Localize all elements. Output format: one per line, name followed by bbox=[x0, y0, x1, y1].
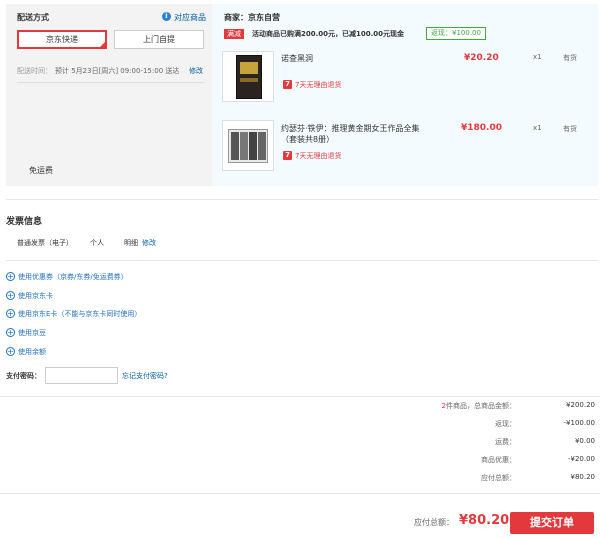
item-title[interactable]: 诺查黑洞 bbox=[281, 53, 431, 64]
delivery-time-value: 预计 5月23日[周六] 09:00-15:00 送达 bbox=[55, 67, 180, 75]
invoice-heading: 发票信息 bbox=[6, 217, 43, 227]
delivery-divider bbox=[17, 82, 205, 83]
section-divider bbox=[6, 199, 598, 200]
summary-payable-label: 应付总额： bbox=[481, 474, 516, 482]
promo-tag: 满减 bbox=[224, 29, 244, 39]
section-divider bbox=[0, 396, 600, 397]
summary-shipping-value: ¥0.00 bbox=[574, 437, 595, 445]
matching-products-link[interactable]: 对应商品 bbox=[174, 12, 206, 23]
delivery-option-jd-express[interactable]: 京东快递 bbox=[17, 30, 107, 49]
book-cover-image bbox=[236, 55, 262, 99]
delivery-heading: 配送方式 bbox=[17, 13, 49, 22]
return-policy-text: 7天无理由退货 bbox=[295, 81, 342, 89]
expand-plus-icon: + bbox=[6, 309, 15, 318]
summary-rebate-label: 返现： bbox=[495, 420, 516, 428]
return-policy-text: 7天无理由退货 bbox=[295, 152, 342, 160]
seller-label: 商家：京东自营 bbox=[224, 13, 280, 22]
section-divider bbox=[0, 493, 600, 494]
item-stock: 有货 bbox=[563, 125, 577, 133]
footer-payable-value: ¥80.20 bbox=[459, 513, 510, 528]
invoice-detail: 明细 bbox=[124, 239, 138, 247]
submit-order-button[interactable]: 提交订单 bbox=[510, 512, 594, 534]
option-label: 使用京豆 bbox=[18, 329, 46, 337]
summary-goods-value: ¥200.20 bbox=[566, 401, 595, 409]
item-price: ¥180.00 bbox=[461, 123, 502, 133]
free-shipping-text: 免运费 bbox=[29, 166, 53, 175]
forgot-password-link[interactable]: 忘记支付密码? bbox=[122, 371, 168, 381]
summary-discount-label: 商品优惠： bbox=[481, 456, 516, 464]
expand-plus-icon: + bbox=[6, 272, 15, 281]
section-divider bbox=[6, 260, 598, 261]
book-set-image bbox=[228, 129, 268, 163]
option-label: 使用优惠券（京券/东券/免运费券） bbox=[18, 273, 128, 281]
summary-count-label: 件商品，总商品金额： bbox=[446, 402, 516, 410]
item-title[interactable]: 约瑟芬·铁伊：推理黄金期女王作品全集（套装共8册） bbox=[281, 123, 429, 145]
expand-plus-icon: + bbox=[6, 328, 15, 337]
invoice-title: 个人 bbox=[90, 239, 104, 247]
payment-password-label: 支付密码： bbox=[6, 372, 41, 380]
item-quantity: x1 bbox=[533, 124, 542, 132]
item-thumbnail[interactable] bbox=[222, 120, 274, 171]
option-label: 使用余额 bbox=[18, 348, 46, 356]
item-stock: 有货 bbox=[563, 54, 577, 62]
promo-text: 活动商品已购满200.00元，已减100.00元现金 bbox=[252, 30, 405, 38]
return-policy-icon: 7 bbox=[283, 151, 292, 160]
summary-payable-value: ¥80.20 bbox=[570, 473, 596, 481]
expand-plus-icon: + bbox=[6, 291, 15, 300]
return-policy-icon: 7 bbox=[283, 80, 292, 89]
item-quantity: x1 bbox=[533, 53, 542, 61]
payment-password-input[interactable] bbox=[45, 367, 118, 384]
summary-shipping-label: 运费： bbox=[495, 438, 516, 446]
footer-payable-label: 应付总额： bbox=[414, 518, 454, 527]
info-icon: i bbox=[162, 12, 171, 21]
invoice-edit-link[interactable]: 修改 bbox=[142, 238, 156, 248]
option-label: 使用京东卡 bbox=[18, 292, 53, 300]
rebate-badge: 返现：¥100.00 bbox=[426, 27, 486, 40]
invoice-type: 普通发票（电子） bbox=[17, 239, 73, 247]
delivery-time-label: 配送时间： bbox=[17, 67, 52, 75]
summary-rebate-value: -¥100.00 bbox=[563, 419, 595, 427]
summary-discount-value: -¥20.00 bbox=[567, 455, 595, 463]
item-price: ¥20.20 bbox=[464, 53, 499, 63]
delivery-time-edit-link[interactable]: 修改 bbox=[189, 66, 203, 76]
expand-plus-icon: + bbox=[6, 347, 15, 356]
item-thumbnail[interactable] bbox=[222, 51, 274, 102]
summary-goods-label: 2件商品，总商品金额： bbox=[416, 401, 516, 411]
option-label: 使用京东E卡（不能与京东卡同时使用） bbox=[18, 310, 142, 318]
delivery-option-self-pickup[interactable]: 上门自提 bbox=[114, 30, 204, 49]
